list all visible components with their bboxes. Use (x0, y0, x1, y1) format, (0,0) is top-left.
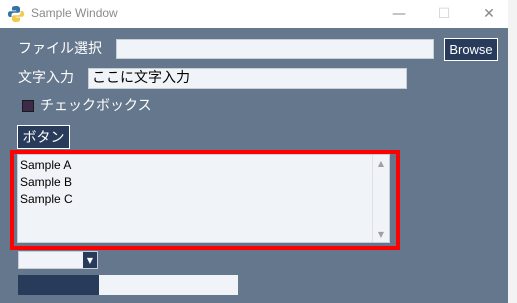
browse-button[interactable]: Browse (444, 38, 498, 61)
maximize-button[interactable]: ☐ (421, 0, 467, 28)
highlight-annotation-box (10, 150, 400, 250)
sample-window: Sample Window — ☐ ✕ ファイル選択 Browse 文字入力 こ… (0, 0, 508, 303)
dropdown-arrow-icon[interactable]: ▼ (83, 252, 97, 268)
text-input-label: 文字入力 (18, 70, 74, 86)
minimize-button[interactable]: — (376, 0, 422, 28)
window-title: Sample Window (31, 6, 118, 20)
close-button[interactable]: ✕ (466, 0, 512, 28)
title-bar[interactable]: Sample Window — ☐ ✕ (0, 0, 508, 28)
file-select-label: ファイル選択 (18, 41, 102, 57)
combo-box[interactable]: ▼ (18, 251, 98, 269)
desktop-background (508, 0, 517, 303)
checkbox-label[interactable]: チェックボックス (40, 97, 152, 115)
progress-bar (18, 275, 238, 295)
python-logo-icon (8, 6, 24, 22)
file-path-input[interactable] (116, 39, 434, 59)
progress-bar-fill (18, 275, 100, 295)
action-button[interactable]: ボタン (17, 125, 70, 149)
text-input-field[interactable]: ここに文字入力 (88, 68, 407, 89)
checkbox-box[interactable] (22, 100, 34, 112)
